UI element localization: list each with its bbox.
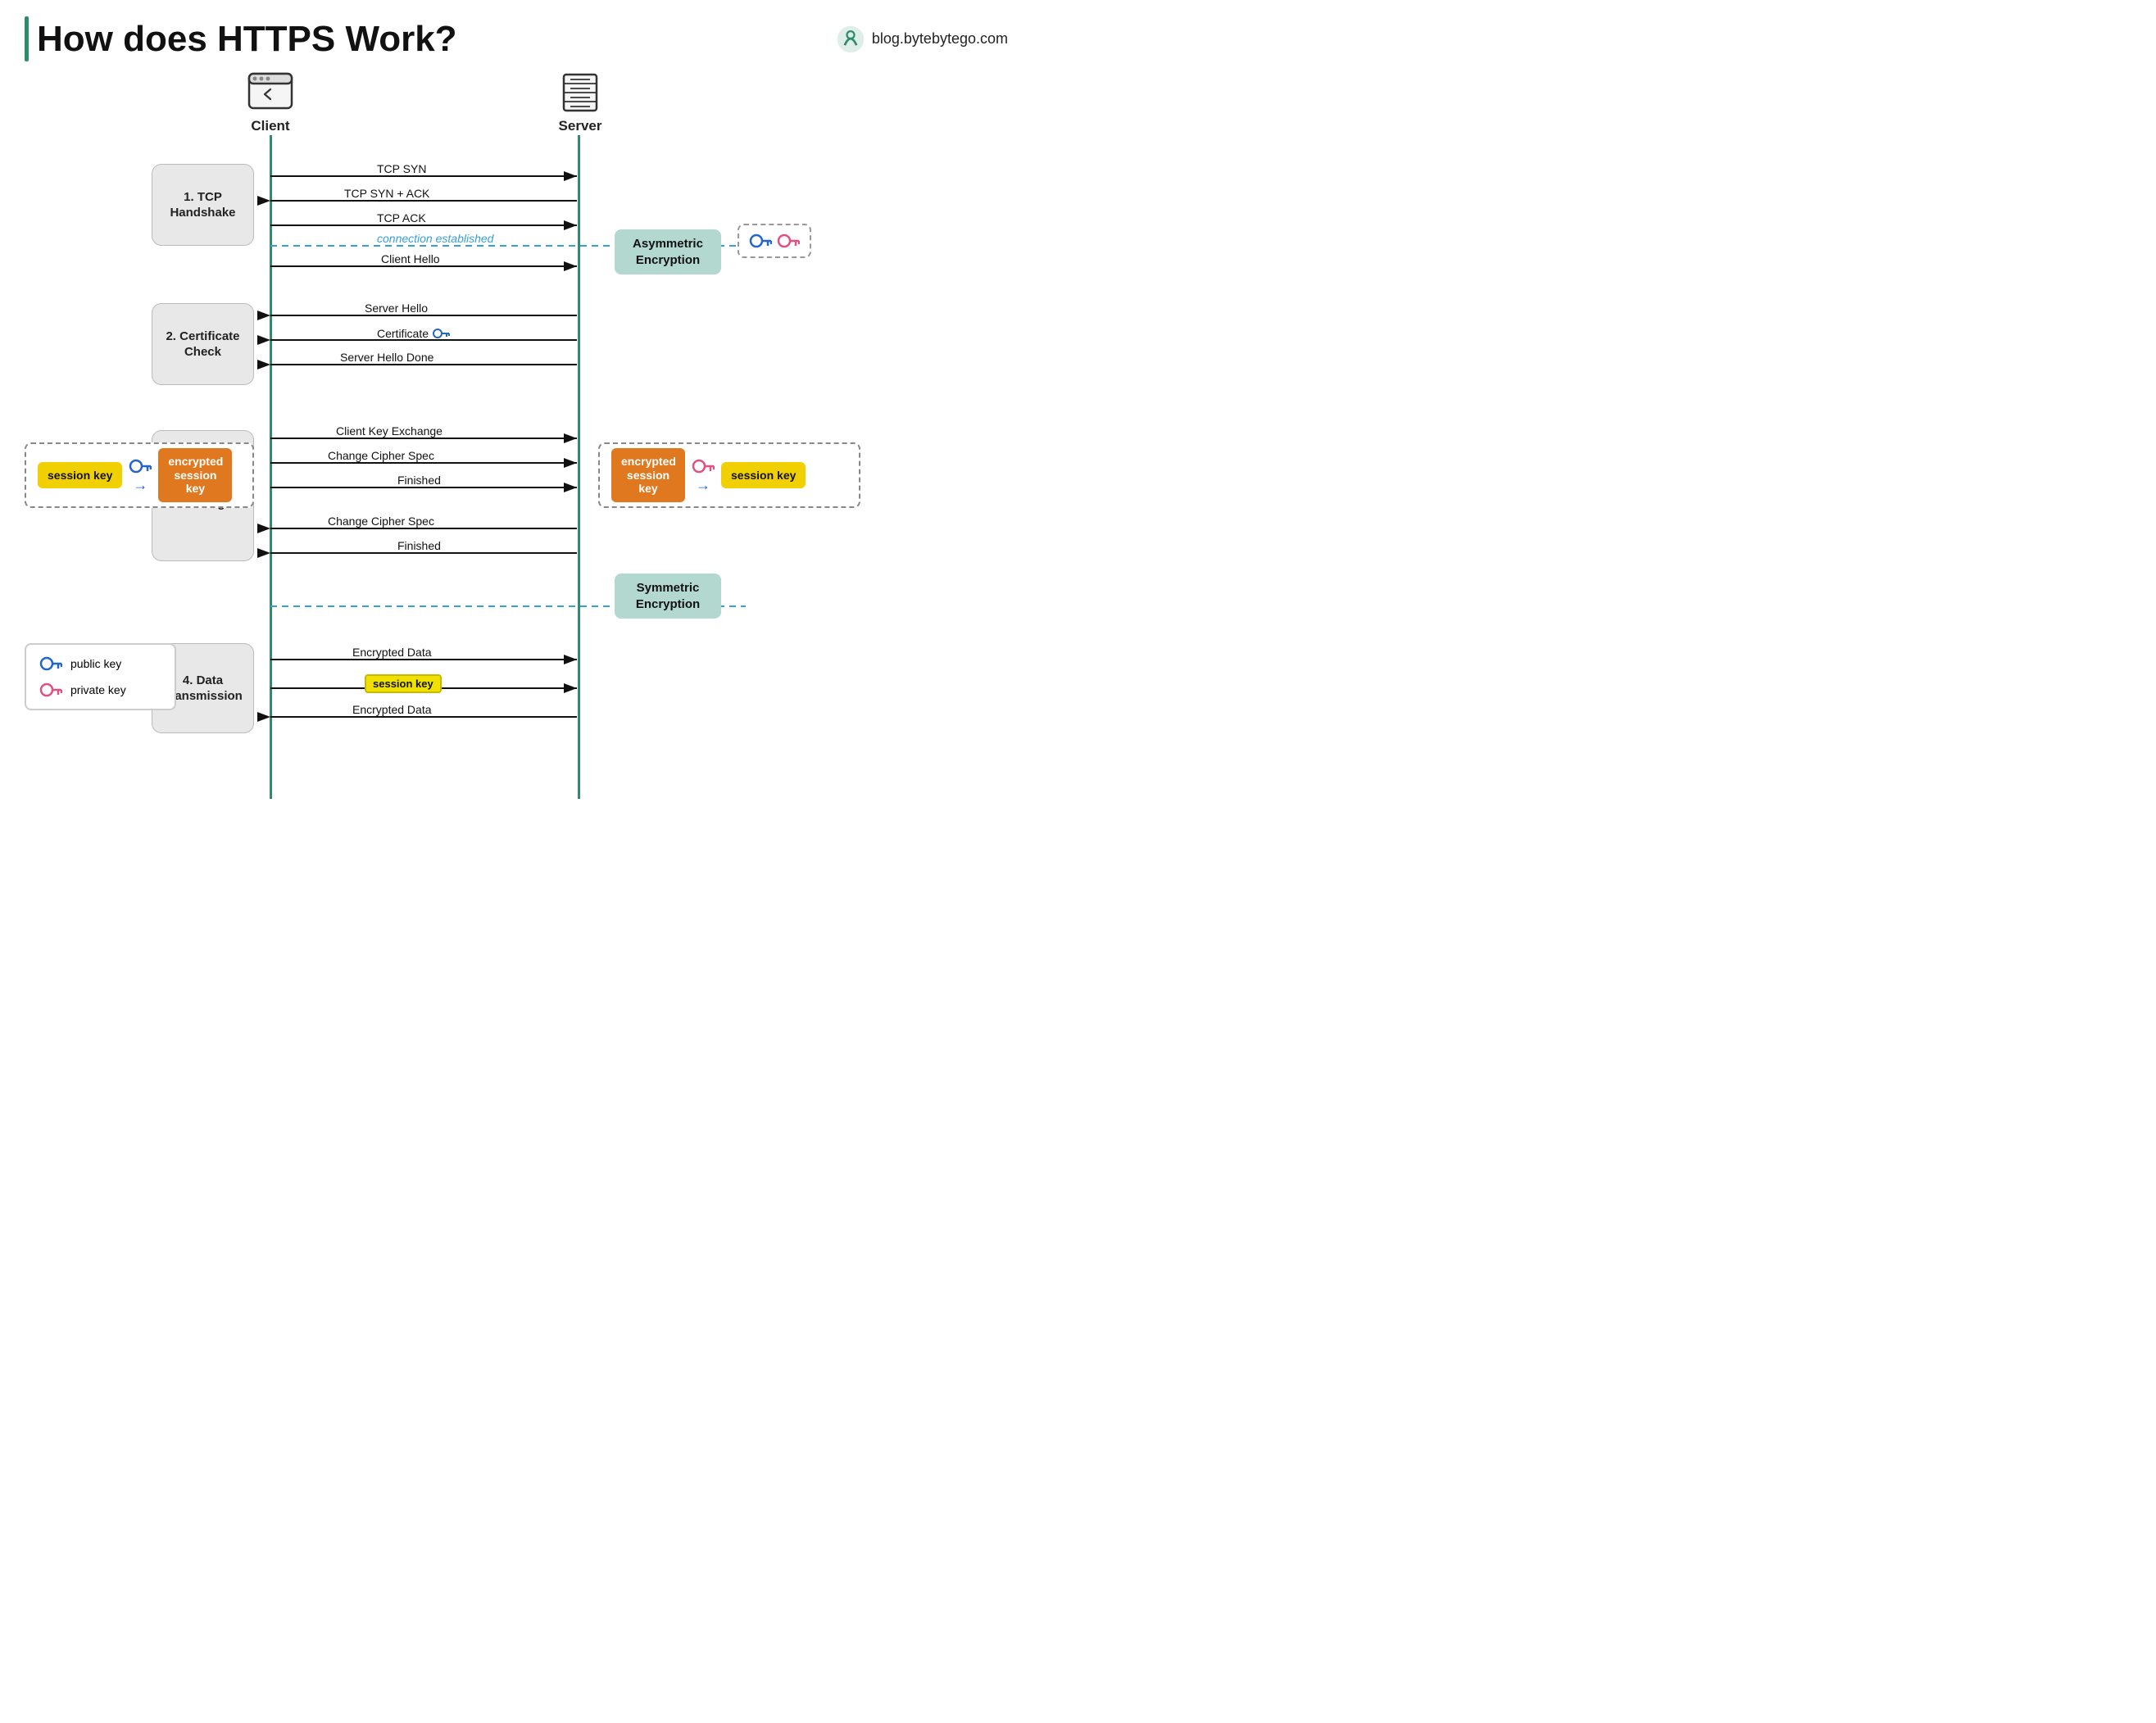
main-title: How does HTTPS Work? [37, 19, 457, 60]
legend-private-key: private key [39, 681, 161, 699]
client-vline [270, 135, 272, 799]
msg-enc-data-1: Encrypted Data [352, 646, 432, 659]
msg-client-hello: Client Hello [381, 252, 440, 265]
brand-logo-icon [836, 25, 865, 54]
msg-finished-1: Finished [397, 474, 441, 487]
title-bar [25, 16, 29, 61]
server-column: Server [556, 70, 605, 134]
msg-change-cipher-2: Change Cipher Spec [328, 515, 434, 528]
server-label: Server [559, 118, 602, 134]
title-area: How does HTTPS Work? [25, 16, 457, 61]
step1-box: 1. TCP Handshake [152, 164, 254, 246]
symmetric-annotation: Symmetric Encryption [615, 574, 721, 619]
left-encrypted-key: encrypted session key [158, 448, 232, 502]
asymmetric-annotation: Asymmetric Encryption [615, 229, 721, 274]
public-key-label: public key [70, 657, 121, 670]
step2-box: 2. Certificate Check [152, 303, 254, 385]
client-label: Client [251, 118, 289, 134]
left-session-key: session key [38, 462, 122, 488]
msg-tcp-syn: TCP SYN [377, 162, 426, 175]
server-vline [578, 135, 580, 799]
brand: blog.bytebytego.com [836, 25, 1008, 54]
msg-certificate: Certificate [377, 326, 450, 341]
msg-client-key-exchange: Client Key Exchange [336, 424, 443, 438]
legend-blue-key-icon [39, 655, 62, 673]
private-key-label: private key [70, 683, 126, 696]
legend-box: public key private key [25, 643, 176, 710]
msg-server-hello: Server Hello [365, 302, 428, 315]
client-column: Client [246, 70, 295, 134]
left-blue-key-icon [129, 457, 152, 475]
right-encrypted-key: encrypted session key [611, 448, 685, 502]
msg-enc-data-2: Encrypted Data [352, 703, 432, 716]
brand-label: blog.bytebytego.com [872, 30, 1008, 48]
server-icon [556, 70, 605, 115]
blue-key-icon [749, 232, 772, 250]
msg-server-hello-done: Server Hello Done [340, 351, 433, 364]
msg-tcp-ack: TCP ACK [377, 211, 426, 224]
pink-key-icon [777, 232, 800, 250]
keys-dashed-right [738, 224, 811, 258]
msg-finished-2: Finished [397, 539, 441, 552]
diagram: Client Server [25, 70, 1008, 799]
right-key-panel: encrypted session key → session key [598, 442, 860, 508]
header: How does HTTPS Work? blog.bytebytego.com [25, 16, 1008, 61]
client-icon [246, 70, 295, 115]
msg-session-key-label: session key [365, 674, 442, 693]
page-container: How does HTTPS Work? blog.bytebytego.com [0, 0, 1033, 827]
right-pink-key-icon [692, 457, 715, 475]
msg-tcp-syn-ack: TCP SYN + ACK [344, 187, 429, 200]
legend-pink-key-icon [39, 681, 62, 699]
right-session-key: session key [721, 462, 806, 488]
left-key-panel: session key → encrypted session key [25, 442, 254, 508]
msg-change-cipher-1: Change Cipher Spec [328, 449, 434, 462]
msg-conn-established: connection established [377, 232, 493, 245]
legend-public-key: public key [39, 655, 161, 673]
